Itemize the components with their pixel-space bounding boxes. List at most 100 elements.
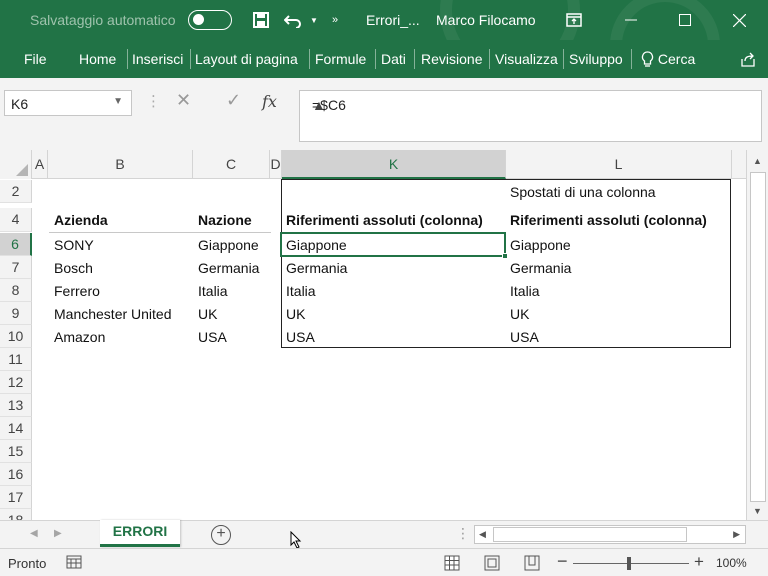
cell-b4[interactable]: Azienda <box>50 209 108 232</box>
user-name[interactable]: Marco Filocamo <box>436 12 536 28</box>
cell-l2[interactable]: Spostati di una colonna <box>506 181 656 204</box>
vertical-scroll-thumb[interactable] <box>750 172 766 502</box>
cell-c7[interactable]: Germania <box>194 257 259 280</box>
minimize-icon[interactable] <box>620 8 642 32</box>
tab-home[interactable]: Home <box>79 51 116 67</box>
scroll-up-icon[interactable]: ▲ <box>753 156 762 166</box>
undo-dropdown-icon[interactable]: ▼ <box>308 8 320 32</box>
tab-formule[interactable]: Formule <box>315 51 366 67</box>
row-header[interactable]: 4 <box>0 208 32 232</box>
split-handle-icon[interactable]: ⋮ <box>456 525 470 542</box>
cell-c9[interactable]: UK <box>194 303 217 326</box>
share-icon[interactable] <box>738 48 758 72</box>
maximize-icon[interactable] <box>674 8 696 32</box>
zoom-in-icon[interactable]: + <box>694 552 704 572</box>
tab-dati[interactable]: Dati <box>381 51 406 67</box>
horizontal-scroll-thumb[interactable] <box>493 527 687 542</box>
row-header[interactable]: 10 <box>0 325 32 348</box>
row-header[interactable]: 14 <box>0 417 32 440</box>
column-header-k[interactable]: K <box>282 150 506 179</box>
cell-l7[interactable]: Germania <box>506 257 571 280</box>
cell-c10[interactable]: USA <box>194 326 227 349</box>
close-icon[interactable] <box>728 8 750 32</box>
row-header[interactable]: 8 <box>0 279 32 302</box>
row-header[interactable]: 16 <box>0 463 32 486</box>
row-header[interactable]: 7 <box>0 256 32 279</box>
zoom-slider[interactable] <box>573 563 689 564</box>
sheet-next-icon[interactable]: ▶ <box>54 528 62 539</box>
tab-sviluppo[interactable]: Sviluppo <box>569 51 623 67</box>
sheet-prev-icon[interactable]: ◀ <box>30 528 38 539</box>
cell-l6[interactable]: Giappone <box>506 234 571 257</box>
tab-inserisci[interactable]: Inserisci <box>132 51 183 67</box>
cell-k8[interactable]: Italia <box>282 280 316 303</box>
cell-c8[interactable]: Italia <box>194 280 228 303</box>
ribbon-display-options-icon[interactable] <box>564 8 584 32</box>
scroll-right-icon[interactable]: ▶ <box>733 529 740 540</box>
row-header[interactable]: 2 <box>0 180 32 203</box>
tab-revisione[interactable]: Revisione <box>421 51 482 67</box>
select-all-button[interactable] <box>0 150 32 179</box>
confirm-icon[interactable]: ✓ <box>226 90 241 111</box>
row-header[interactable]: 15 <box>0 440 32 463</box>
chevron-down-icon[interactable]: ▼ <box>113 96 123 107</box>
row-header[interactable]: 9 <box>0 302 32 325</box>
header-underline <box>49 232 271 233</box>
cell-l8[interactable]: Italia <box>506 280 540 303</box>
cell-k9[interactable]: UK <box>282 303 305 326</box>
zoom-slider-thumb[interactable] <box>627 557 631 570</box>
normal-view-icon[interactable] <box>444 555 460 571</box>
tab-file[interactable]: File <box>24 51 47 67</box>
page-layout-view-icon[interactable] <box>484 555 500 571</box>
cell-k4[interactable]: Riferimenti assoluti (colonna) <box>282 209 483 232</box>
cell-l4[interactable]: Riferimenti assoluti (colonna) <box>506 209 707 232</box>
tab-visualizza[interactable]: Visualizza <box>495 51 558 67</box>
cell-l10[interactable]: USA <box>506 326 539 349</box>
autosave-toggle[interactable] <box>188 10 232 30</box>
row-header[interactable]: 17 <box>0 486 32 509</box>
sheet-tab-errori[interactable]: ERRORI <box>100 520 180 547</box>
quick-access-more-icon[interactable]: » <box>328 8 342 32</box>
zoom-out-icon[interactable]: − <box>557 551 568 572</box>
page-break-view-icon[interactable] <box>524 555 540 571</box>
cell-b8[interactable]: Ferrero <box>50 280 100 303</box>
vertical-scrollbar[interactable]: ▲ ▼ <box>746 150 768 520</box>
column-header-c[interactable]: C <box>193 150 270 179</box>
cell-l9[interactable]: UK <box>506 303 529 326</box>
row-header[interactable]: 6 <box>0 233 32 256</box>
formula-input[interactable]: =$C6 ▲ <box>299 90 762 142</box>
cell-b9[interactable]: Manchester United <box>50 303 172 326</box>
row-header[interactable]: 13 <box>0 394 32 417</box>
macro-record-icon[interactable] <box>66 555 82 572</box>
column-header-l[interactable]: L <box>506 150 732 179</box>
cancel-icon[interactable]: ✕ <box>176 90 191 111</box>
row-header[interactable]: 11 <box>0 348 32 371</box>
cell-c6[interactable]: Giappone <box>194 234 259 257</box>
horizontal-scrollbar[interactable]: ◀ ▶ <box>474 525 746 544</box>
fill-handle[interactable] <box>502 253 508 259</box>
cell-c4[interactable]: Nazione <box>194 209 252 232</box>
column-header-d[interactable]: D <box>270 150 282 179</box>
column-header-b[interactable]: B <box>48 150 193 179</box>
tab-layout[interactable]: Layout di pagina <box>195 51 298 67</box>
scroll-down-icon[interactable]: ▼ <box>753 506 762 516</box>
undo-icon[interactable] <box>282 8 304 32</box>
add-sheet-icon[interactable]: + <box>211 525 231 545</box>
collapse-formula-bar-icon[interactable]: ▲ <box>312 97 753 113</box>
cell-k10[interactable]: USA <box>282 326 315 349</box>
active-cell-selection[interactable] <box>280 232 508 259</box>
spreadsheet-grid[interactable]: A B C D K L 2 4 6 7 8 9 10 11 12 13 14 1… <box>0 150 768 520</box>
column-header-a[interactable]: A <box>32 150 48 179</box>
scroll-left-icon[interactable]: ◀ <box>479 529 486 540</box>
cell-b7[interactable]: Bosch <box>50 257 93 280</box>
tab-cerca[interactable]: Cerca <box>641 51 695 67</box>
row-header[interactable]: 12 <box>0 371 32 394</box>
zoom-level[interactable]: 100% <box>716 556 747 570</box>
insert-function-icon[interactable]: fx <box>262 92 277 111</box>
cell-k7[interactable]: Germania <box>282 257 347 280</box>
cell-b10[interactable]: Amazon <box>50 326 105 349</box>
save-icon[interactable] <box>250 8 272 32</box>
row-header[interactable]: 18 <box>0 509 32 520</box>
cell-b6[interactable]: SONY <box>50 234 94 257</box>
name-box[interactable]: K6 ▼ <box>4 90 132 116</box>
